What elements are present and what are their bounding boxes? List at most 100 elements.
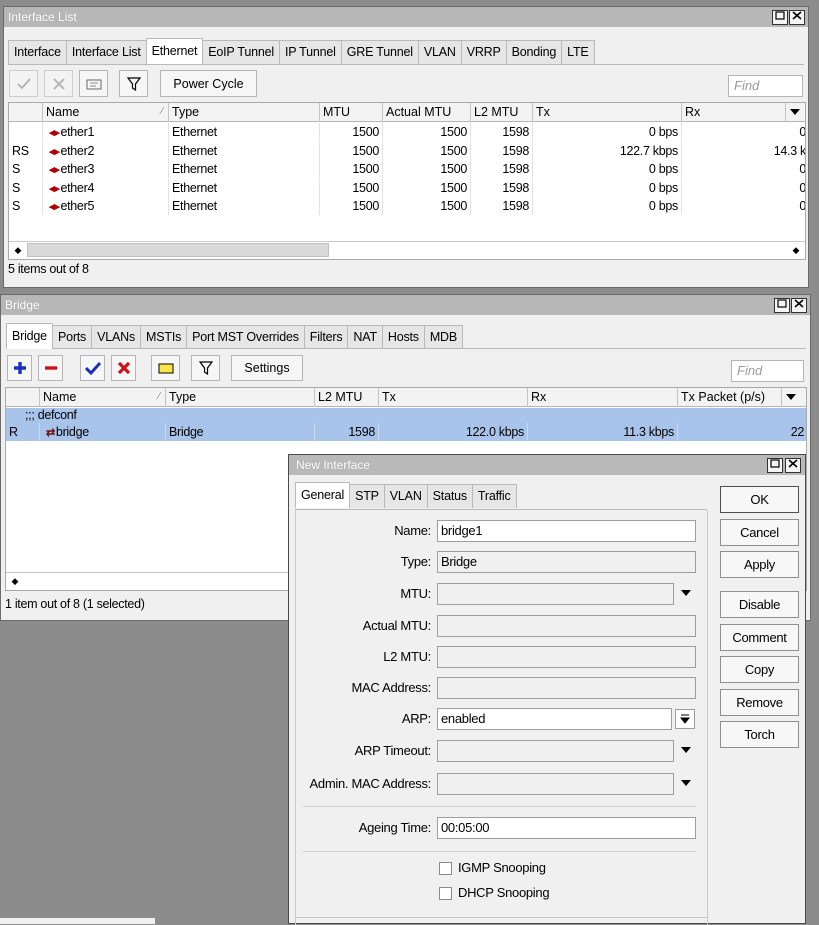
- add-button[interactable]: [7, 355, 32, 381]
- sort-icon: ⁄: [158, 391, 160, 402]
- col-actual-mtu[interactable]: Actual MTU: [383, 103, 471, 122]
- arp-timeout-input[interactable]: [437, 740, 674, 762]
- tab-vlans[interactable]: VLANs: [91, 325, 142, 349]
- tab-ip-tunnel[interactable]: IP Tunnel: [278, 40, 342, 64]
- disable-button[interactable]: [111, 355, 136, 381]
- tab-ports[interactable]: Ports: [51, 325, 93, 349]
- comment-button[interactable]: [151, 355, 180, 381]
- bridge-titlebar[interactable]: Bridge: [1, 295, 810, 315]
- dialog-titlebar[interactable]: New Interface: [289, 455, 805, 475]
- col-flags[interactable]: [9, 103, 43, 122]
- remove-button[interactable]: [38, 355, 63, 381]
- tab-bonding[interactable]: Bonding: [505, 40, 563, 64]
- comment-button[interactable]: Comment: [720, 624, 799, 651]
- scroll-left-icon[interactable]: ◆: [11, 243, 25, 257]
- disable-button[interactable]: Disable: [720, 591, 799, 618]
- cancel-button[interactable]: Cancel: [720, 519, 799, 546]
- scroll-thumb[interactable]: [27, 243, 329, 257]
- tab-interface[interactable]: Interface: [8, 40, 67, 64]
- disable-button[interactable]: [44, 70, 73, 97]
- torch-button[interactable]: Torch: [720, 721, 799, 748]
- col-tx[interactable]: Tx: [379, 388, 528, 407]
- arp-dropdown[interactable]: [675, 709, 695, 729]
- interface-list-titlebar[interactable]: Interface List: [4, 7, 808, 27]
- close-button[interactable]: [785, 458, 801, 473]
- tab-interface-list[interactable]: Interface List: [65, 40, 147, 64]
- admin-mac-input[interactable]: [437, 773, 674, 795]
- dhcp-snooping-checkbox[interactable]: [439, 887, 452, 900]
- col-l2mtu[interactable]: L2 MTU: [471, 103, 533, 122]
- comment-button[interactable]: [79, 70, 108, 97]
- remove-button[interactable]: Remove: [720, 689, 799, 716]
- col-name[interactable]: Name ⁄: [43, 103, 169, 122]
- tab-stp[interactable]: STP: [349, 484, 385, 508]
- tab-bridge[interactable]: Bridge: [6, 323, 53, 349]
- find-input[interactable]: Find: [728, 75, 803, 97]
- settings-button[interactable]: Settings: [231, 355, 303, 381]
- tab-status[interactable]: Status: [426, 484, 473, 508]
- tab-vrrp[interactable]: VRRP: [460, 40, 507, 64]
- col-tx-packet[interactable]: Tx Packet (p/s): [678, 388, 782, 407]
- arp-select[interactable]: enabled: [437, 708, 672, 730]
- tab-general[interactable]: General: [295, 482, 351, 508]
- columns-dropdown[interactable]: [782, 388, 806, 407]
- scroll-left-icon[interactable]: ◆: [8, 574, 22, 588]
- scroll-right-icon[interactable]: ◆: [789, 243, 803, 257]
- enable-button[interactable]: [80, 355, 105, 381]
- power-cycle-button[interactable]: Power Cycle: [160, 70, 257, 97]
- col-tx[interactable]: Tx: [533, 103, 682, 122]
- chevron-down-icon: [679, 714, 691, 724]
- columns-dropdown[interactable]: [786, 103, 805, 122]
- maximize-button[interactable]: [772, 10, 788, 25]
- filter-icon: [126, 76, 141, 91]
- tab-filters[interactable]: Filters: [303, 325, 349, 349]
- tab-mdb[interactable]: MDB: [423, 325, 464, 349]
- tab-traffic[interactable]: Traffic: [471, 484, 517, 508]
- tab-eoip-tunnel[interactable]: EoIP Tunnel: [202, 40, 280, 64]
- table-row[interactable]: ◂▸ether1 Ethernet 1500 1500 1598 0 bps 0: [9, 123, 805, 141]
- mtu-dropdown[interactable]: [679, 583, 693, 605]
- comment-row[interactable]: ;;; defconf: [6, 408, 806, 423]
- table-row[interactable]: S ◂▸ether3 Ethernet 1500 1500 1598 0 bps 0: [9, 160, 805, 178]
- tab-hosts[interactable]: Hosts: [381, 325, 425, 349]
- tab-vlan[interactable]: VLAN: [383, 484, 428, 508]
- tab-mstis[interactable]: MSTIs: [140, 325, 188, 349]
- tab-ethernet[interactable]: Ethernet: [145, 38, 204, 64]
- tab-nat[interactable]: NAT: [347, 325, 383, 349]
- col-type[interactable]: Type: [169, 103, 320, 122]
- mtu-input[interactable]: [437, 583, 674, 605]
- col-name[interactable]: Name ⁄: [40, 388, 166, 407]
- ok-button[interactable]: OK: [720, 486, 799, 513]
- maximize-button[interactable]: [774, 298, 790, 313]
- horizontal-scrollbar[interactable]: ◆ ◆: [9, 241, 805, 258]
- igmp-snooping-checkbox[interactable]: [439, 862, 452, 875]
- copy-button[interactable]: Copy: [720, 656, 799, 683]
- tab-vlan[interactable]: VLAN: [417, 40, 462, 64]
- table-row[interactable]: S ◂▸ether5 Ethernet 1500 1500 1598 0 bps 0: [9, 197, 805, 215]
- tab-gre-tunnel[interactable]: GRE Tunnel: [340, 40, 419, 64]
- name-input[interactable]: bridge1: [437, 520, 696, 542]
- apply-button[interactable]: Apply: [720, 551, 799, 578]
- table-row[interactable]: RS ◂▸ether2 Ethernet 1500 1500 1598 122.7 kbps…: [9, 141, 805, 160]
- col-type[interactable]: Type: [166, 388, 315, 407]
- table-row[interactable]: S ◂▸ether4 Ethernet 1500 1500 1598 0 bps 0: [9, 178, 805, 197]
- close-button[interactable]: [789, 10, 805, 25]
- find-input[interactable]: Find: [731, 360, 804, 382]
- col-rx[interactable]: Rx: [682, 103, 786, 122]
- cell-l2mtu: 1598: [471, 123, 533, 141]
- col-flags[interactable]: [6, 388, 40, 407]
- tab-lte[interactable]: LTE: [561, 40, 595, 64]
- col-rx[interactable]: Rx: [528, 388, 678, 407]
- col-mtu[interactable]: MTU: [320, 103, 383, 122]
- enable-button[interactable]: [9, 70, 38, 97]
- close-button[interactable]: [791, 298, 807, 313]
- ageing-time-input[interactable]: 00:05:00: [437, 817, 696, 839]
- filter-button[interactable]: [119, 70, 148, 97]
- admin-mac-dropdown[interactable]: [679, 773, 693, 795]
- tab-port-mst-overrides[interactable]: Port MST Overrides: [186, 325, 305, 349]
- table-row[interactable]: R ⇄bridge Bridge 1598 122.0 kbps 11.3 kbps 22: [6, 423, 806, 441]
- col-l2mtu[interactable]: L2 MTU: [315, 388, 379, 407]
- arp-timeout-dropdown[interactable]: [679, 740, 693, 762]
- maximize-button[interactable]: [767, 458, 783, 473]
- filter-button[interactable]: [191, 355, 220, 381]
